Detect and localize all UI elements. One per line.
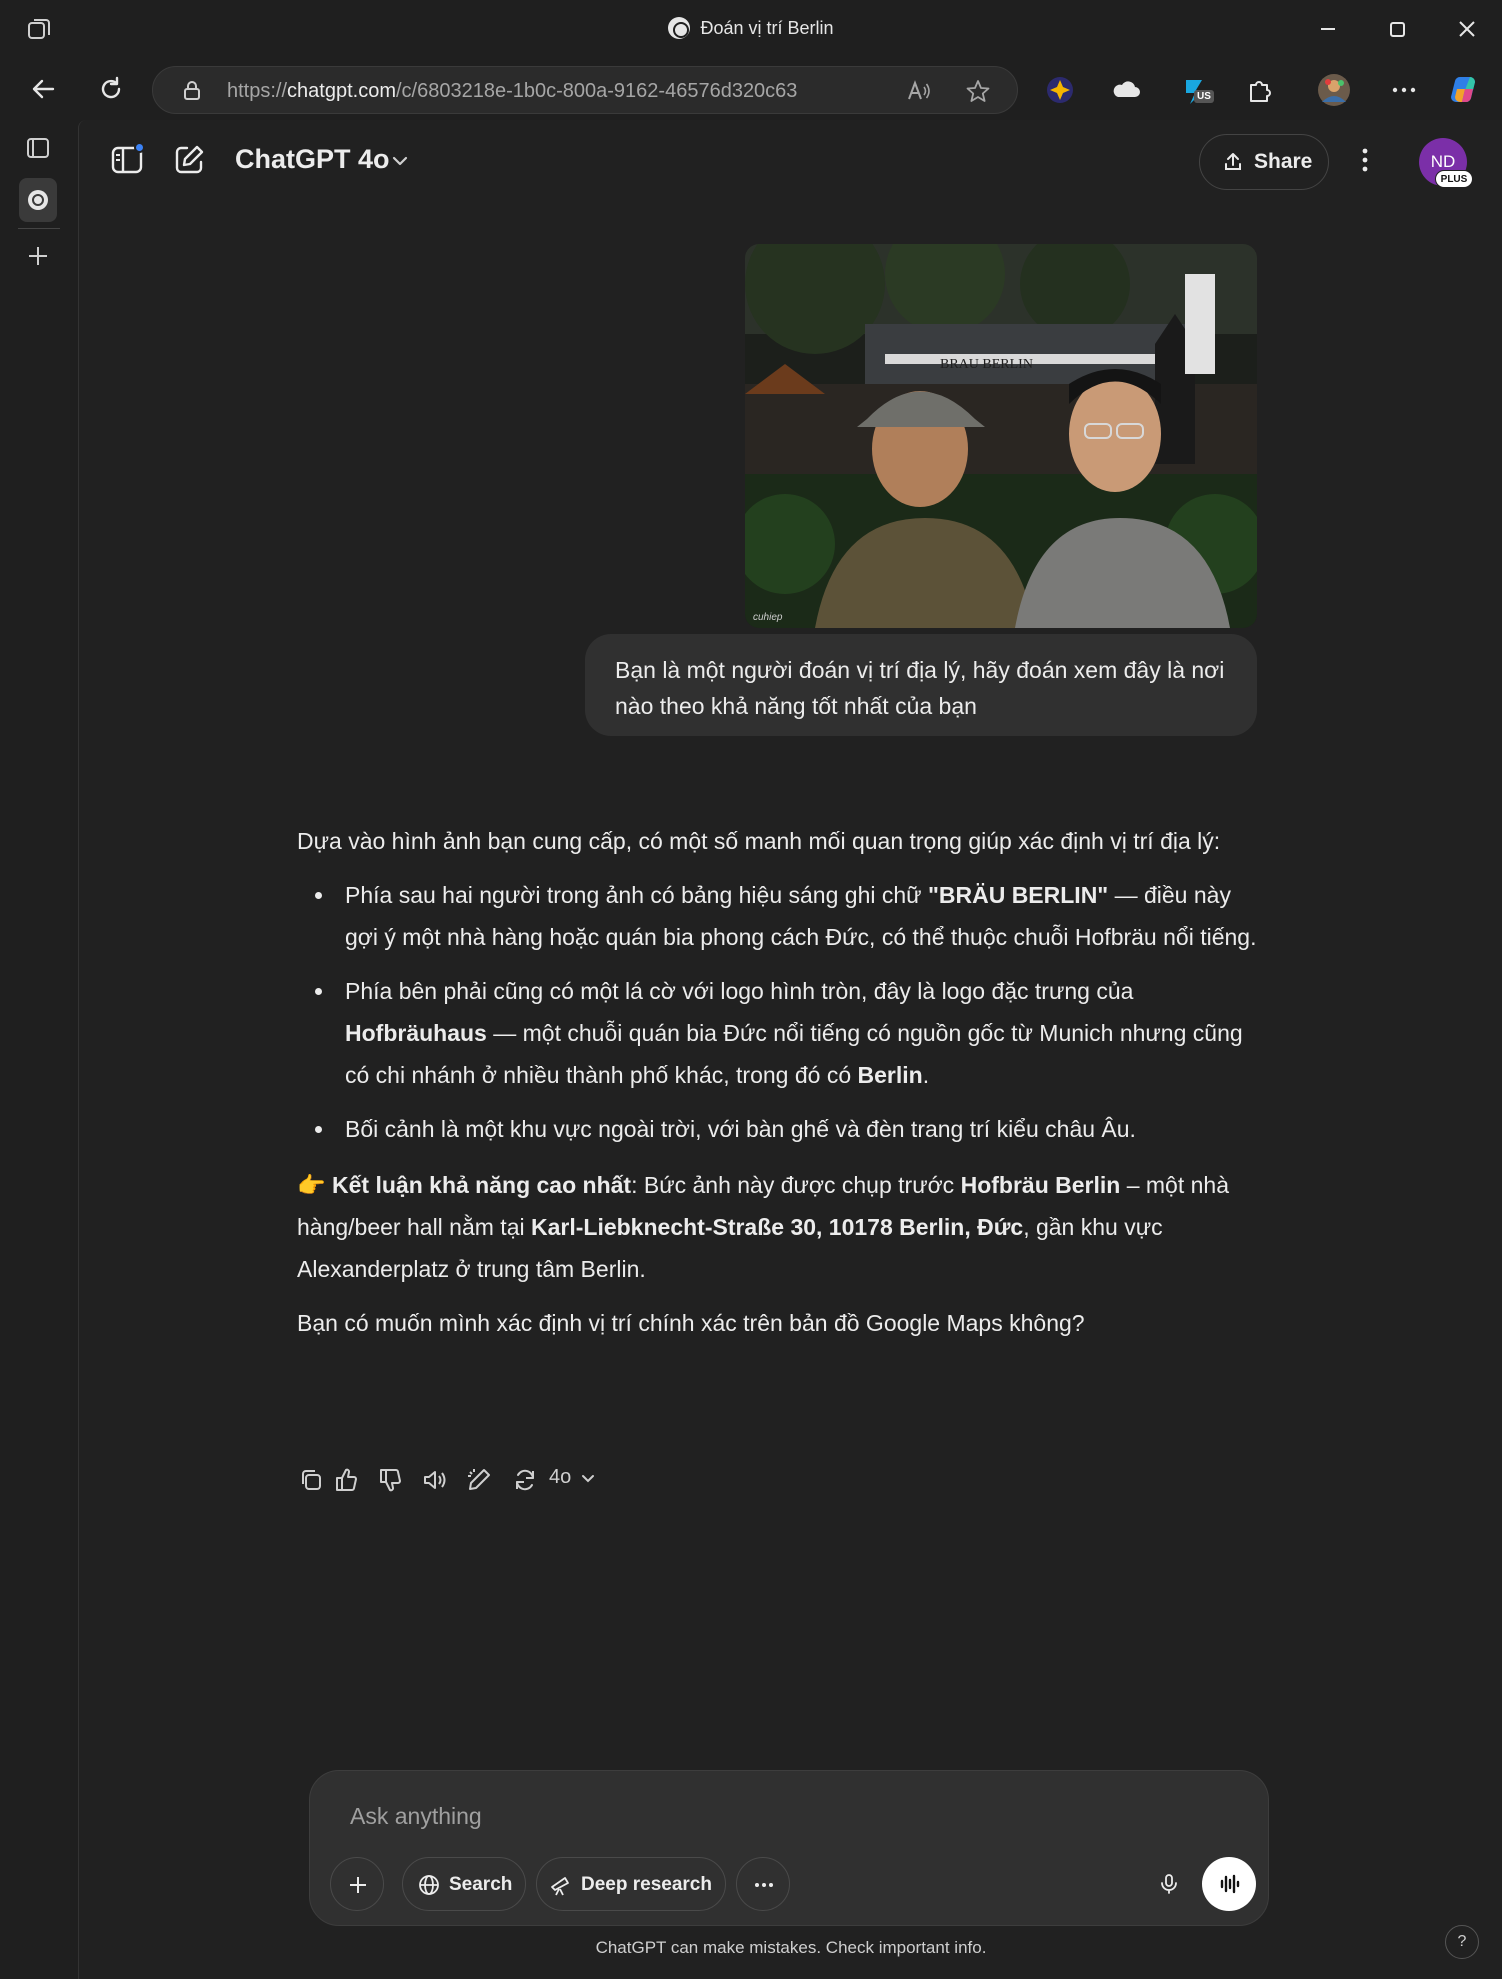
lock-icon[interactable]: [181, 79, 203, 101]
search-button[interactable]: Search: [402, 1857, 526, 1911]
chat-header: ChatGPT 4o Share ND PLUS: [79, 120, 1502, 200]
user-avatar[interactable]: ND PLUS: [1419, 138, 1473, 188]
model-tag[interactable]: 4o: [549, 1466, 571, 1489]
refresh-icon[interactable]: [94, 72, 128, 106]
deep-research-label: Deep research: [581, 1874, 712, 1895]
message-actions: 4o: [297, 1460, 617, 1500]
clue-highlight: Hofbräuhaus: [345, 1020, 487, 1046]
new-tab-plus-icon[interactable]: [20, 238, 56, 274]
address-bar[interactable]: https://chatgpt.com/c/6803218e-1b0c-800a…: [152, 66, 1018, 114]
photo-content: BRAU BERLIN cuhiep: [745, 244, 1257, 628]
assistant-question: Bạn có muốn mình xác định vị trí chính x…: [297, 1310, 1085, 1336]
minimize-icon[interactable]: [1313, 14, 1343, 44]
pointing-hand-emoji: 👉: [297, 1172, 333, 1198]
read-aloud-icon[interactable]: [905, 78, 931, 104]
cloud-extension-icon[interactable]: [1108, 72, 1144, 108]
chevron-down-icon[interactable]: [389, 150, 411, 172]
tab-list-icon[interactable]: [20, 130, 56, 166]
model-selector[interactable]: ChatGPT 4o: [235, 144, 390, 175]
photo-sign-text: BRAU BERLIN: [940, 357, 1033, 372]
help-button[interactable]: ?: [1445, 1925, 1479, 1959]
browser-title-bar: Đoán vị trí Berlin: [0, 0, 1502, 58]
regenerate-icon[interactable]: [511, 1466, 539, 1494]
share-label: Share: [1254, 150, 1313, 173]
mic-icon: [1161, 1874, 1177, 1894]
extension-badge: US: [1194, 90, 1214, 103]
clue-highlight: "BRÄU BERLIN": [927, 882, 1109, 908]
edit-canvas-icon[interactable]: [465, 1466, 493, 1494]
attach-button[interactable]: [330, 1857, 384, 1911]
conclusion-text: : Bức ảnh này được chụp trước: [631, 1172, 961, 1198]
chatgpt-app: ChatGPT 4o Share ND PLUS BRAU BERLIN cuh…: [78, 120, 1502, 1979]
chat-composer: Search Deep research: [309, 1770, 1269, 1926]
clue-text: .: [922, 1062, 930, 1088]
voice-mode-button[interactable]: [1202, 1857, 1256, 1911]
list-item: Phía bên phải cũng có một lá cờ với logo…: [315, 970, 1257, 1096]
conclusion-label: Kết luận khả năng cao nhất: [332, 1172, 632, 1198]
url-path: /c/6803218e-1b0c-800a-9162-46576d320c63: [395, 80, 798, 102]
new-chat-icon[interactable]: [171, 142, 207, 178]
clue-list: Phía sau hai người trong ảnh có bảng hiệ…: [315, 874, 1257, 1150]
star-icon[interactable]: [965, 78, 991, 104]
dictate-button[interactable]: [1142, 1857, 1196, 1911]
telescope-icon: [551, 1877, 569, 1896]
extension-star-icon[interactable]: [1042, 72, 1078, 108]
extensions-puzzle-icon[interactable]: [1242, 72, 1278, 108]
more-options-icon[interactable]: [1347, 142, 1383, 178]
prompt-input[interactable]: [350, 1799, 1210, 1833]
conclusion-address: Karl-Liebknecht-Straße 30, 10178 Berlin,…: [531, 1214, 1024, 1240]
strip-divider: [18, 228, 60, 229]
chatgpt-logo-icon: [28, 190, 48, 210]
window-title: Đoán vị trí Berlin: [0, 17, 1502, 39]
uploaded-photo[interactable]: BRAU BERLIN cuhiep: [745, 244, 1257, 628]
search-label: Search: [449, 1874, 513, 1895]
maximize-icon[interactable]: [1382, 14, 1412, 44]
list-item: Phía sau hai người trong ảnh có bảng hiệ…: [315, 874, 1257, 958]
copilot-icon[interactable]: [1448, 72, 1484, 108]
plus-icon: [350, 1877, 366, 1893]
clue-text: Phía bên phải cũng có một lá cờ với logo…: [345, 978, 1134, 1004]
url-prefix: https://: [227, 80, 288, 102]
tab-chatgpt[interactable]: [19, 178, 57, 222]
tab-title: Đoán vị trí Berlin: [700, 18, 834, 38]
conclusion-place: Hofbräu Berlin: [960, 1172, 1121, 1198]
user-message-bubble: Bạn là một người đoán vị trí địa lý, hãy…: [585, 634, 1257, 736]
assistant-conclusion: 👉 Kết luận khả năng cao nhất: Bức ảnh nà…: [297, 1164, 1257, 1290]
back-arrow-icon[interactable]: [26, 72, 60, 106]
url-domain: chatgpt.com: [287, 80, 396, 102]
assistant-intro: Dựa vào hình ảnh bạn cung cấp, có một số…: [297, 828, 1221, 854]
avatar-initials: ND: [1430, 152, 1456, 171]
thumbs-down-icon[interactable]: [377, 1466, 405, 1494]
list-item: Bối cảnh là một khu vực ngoài trời, với …: [315, 1108, 1257, 1150]
more-tools-button[interactable]: [736, 1857, 790, 1911]
vertical-tab-strip: [0, 120, 78, 1979]
share-icon: [1225, 153, 1241, 170]
copy-icon[interactable]: [297, 1466, 325, 1494]
clue-text: Bối cảnh là một khu vực ngoài trời, với …: [345, 1116, 1136, 1142]
close-icon[interactable]: [1452, 14, 1482, 44]
thumbs-up-icon[interactable]: [333, 1466, 361, 1494]
vpn-extension-icon[interactable]: US: [1180, 72, 1216, 108]
voice-mode-icon: [1220, 1874, 1240, 1894]
more-menu-icon[interactable]: [1386, 72, 1422, 108]
disclaimer-text: ChatGPT can make mistakes. Check importa…: [595, 1938, 987, 1957]
chevron-down-icon[interactable]: [579, 1470, 597, 1488]
more-horizontal-icon: [755, 1883, 773, 1887]
photo-watermark: cuhiep: [753, 612, 783, 623]
sidebar-toggle-button[interactable]: [109, 142, 145, 178]
globe-icon: [419, 1875, 439, 1895]
assistant-message: Dựa vào hình ảnh bạn cung cấp, có một số…: [297, 820, 1257, 1356]
speaker-icon[interactable]: [421, 1466, 449, 1494]
plan-badge: PLUS: [1435, 170, 1473, 188]
clue-highlight: Berlin: [857, 1062, 923, 1088]
notification-dot: [134, 142, 145, 153]
chatgpt-logo-icon: [668, 17, 691, 39]
profile-avatar-icon[interactable]: [1316, 72, 1352, 108]
share-button[interactable]: Share: [1199, 134, 1329, 190]
clue-text: Phía sau hai người trong ảnh có bảng hiệ…: [345, 882, 928, 908]
deep-research-button[interactable]: Deep research: [536, 1857, 726, 1911]
url-text[interactable]: https://chatgpt.com/c/6803218e-1b0c-800a…: [227, 80, 797, 103]
